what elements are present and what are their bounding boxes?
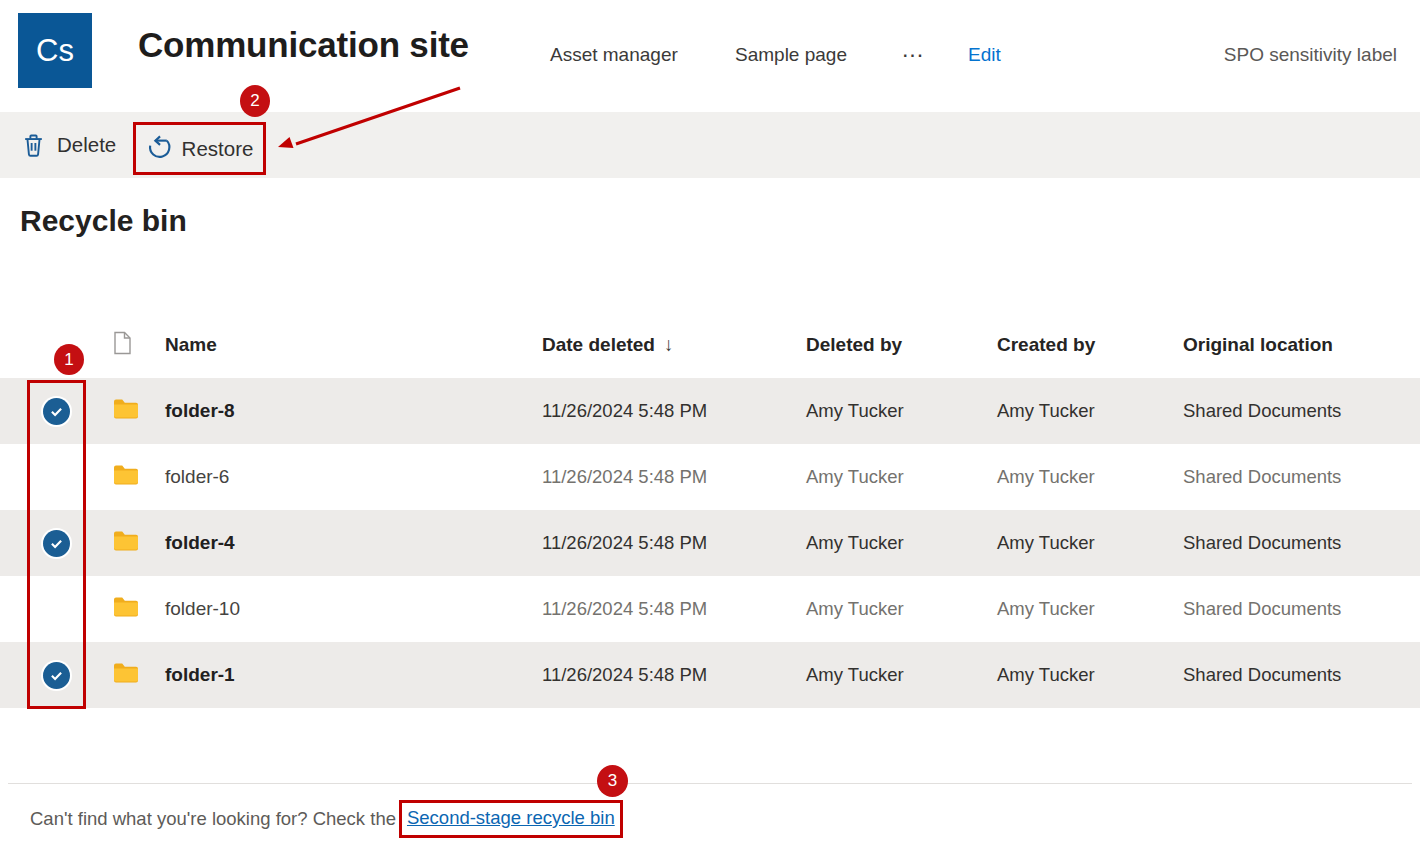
table-row[interactable]: folder-4 11/26/2024 5:48 PM Amy Tucker A… (0, 510, 1420, 576)
row-original-location: Shared Documents (1183, 664, 1420, 686)
row-date-deleted: 11/26/2024 5:48 PM (542, 532, 806, 554)
header-created-by[interactable]: Created by (997, 334, 1183, 356)
row-checkbox[interactable] (43, 398, 70, 425)
nav-asset-manager[interactable]: Asset manager (550, 44, 678, 66)
site-title[interactable]: Communication site (138, 25, 469, 65)
sort-descending-icon: ↓ (664, 334, 674, 355)
recycle-bin-page: Cs Communication site Asset manager Samp… (0, 0, 1420, 852)
row-deleted-by: Amy Tucker (806, 466, 997, 488)
delete-button-label: Delete (57, 133, 116, 157)
row-original-location: Shared Documents (1183, 400, 1420, 422)
folder-icon (113, 530, 139, 551)
command-bar: Delete Restore (0, 112, 1420, 178)
table-header: Name Date deleted↓ Deleted by Created by… (0, 312, 1420, 378)
nav-overflow-icon[interactable]: ··· (903, 47, 925, 65)
row-created-by: Amy Tucker (997, 664, 1183, 686)
row-checkbox[interactable] (43, 530, 70, 557)
annotation-badge-2: 2 (240, 85, 270, 117)
table-row[interactable]: folder-1 11/26/2024 5:48 PM Amy Tucker A… (0, 642, 1420, 708)
row-name: folder-4 (165, 532, 542, 554)
row-created-by: Amy Tucker (997, 400, 1183, 422)
table-row[interactable]: folder-8 11/26/2024 5:48 PM Amy Tucker A… (0, 378, 1420, 444)
footer-divider (8, 783, 1412, 784)
table-row[interactable]: folder-10 11/26/2024 5:48 PM Amy Tucker … (0, 576, 1420, 642)
row-created-by: Amy Tucker (997, 532, 1183, 554)
sensitivity-label: SPO sensitivity label (1224, 44, 1397, 66)
row-name: folder-10 (165, 598, 542, 620)
row-date-deleted: 11/26/2024 5:48 PM (542, 664, 806, 686)
check-icon (48, 667, 65, 684)
row-date-deleted: 11/26/2024 5:48 PM (542, 400, 806, 422)
row-original-location: Shared Documents (1183, 598, 1420, 620)
header-file-type-column[interactable] (88, 331, 165, 360)
table-rows: folder-8 11/26/2024 5:48 PM Amy Tucker A… (0, 378, 1420, 708)
row-checkbox[interactable] (43, 662, 70, 689)
nav-sample-page[interactable]: Sample page (735, 44, 847, 66)
page-title: Recycle bin (20, 204, 187, 238)
annotation-badge-1: 1 (54, 344, 84, 375)
header-name[interactable]: Name (165, 334, 542, 356)
row-deleted-by: Amy Tucker (806, 532, 997, 554)
file-icon (113, 331, 132, 355)
row-original-location: Shared Documents (1183, 466, 1420, 488)
row-created-by: Amy Tucker (997, 598, 1183, 620)
row-deleted-by: Amy Tucker (806, 400, 997, 422)
nav-edit-link[interactable]: Edit (968, 44, 1001, 66)
row-deleted-by: Amy Tucker (806, 664, 997, 686)
annotation-box-3: Second-stage recycle bin (399, 800, 623, 838)
header-date-deleted[interactable]: Date deleted↓ (542, 334, 806, 356)
delete-button[interactable]: Delete (21, 112, 116, 178)
check-icon (48, 535, 65, 552)
folder-icon (113, 662, 139, 683)
header-original-location[interactable]: Original location (1183, 334, 1420, 356)
trash-icon (21, 133, 46, 158)
folder-icon (113, 464, 139, 485)
row-name: folder-6 (165, 466, 542, 488)
site-logo[interactable]: Cs (18, 13, 92, 88)
restore-button-label: Restore (182, 137, 254, 161)
row-created-by: Amy Tucker (997, 466, 1183, 488)
row-original-location: Shared Documents (1183, 532, 1420, 554)
row-deleted-by: Amy Tucker (806, 598, 997, 620)
restore-icon (146, 135, 173, 162)
row-name: folder-1 (165, 664, 542, 686)
row-date-deleted: 11/26/2024 5:48 PM (542, 598, 806, 620)
annotation-badge-3: 3 (597, 765, 628, 797)
folder-icon (113, 398, 139, 419)
restore-button[interactable]: Restore (133, 122, 266, 175)
footer-message: Can't find what you're looking for? Chec… (30, 808, 396, 830)
second-stage-link[interactable]: Second-stage recycle bin (407, 807, 615, 828)
table-row[interactable]: folder-6 11/26/2024 5:48 PM Amy Tucker A… (0, 444, 1420, 510)
row-date-deleted: 11/26/2024 5:48 PM (542, 466, 806, 488)
folder-icon (113, 596, 139, 617)
header-deleted-by[interactable]: Deleted by (806, 334, 997, 356)
check-icon (48, 403, 65, 420)
annotation-arrow (270, 80, 470, 160)
site-logo-text: Cs (36, 33, 74, 69)
row-name: folder-8 (165, 400, 542, 422)
